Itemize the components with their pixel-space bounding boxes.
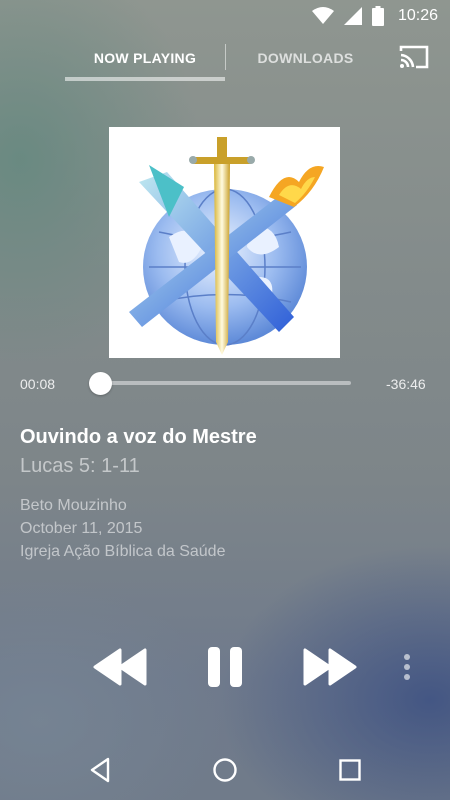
status-time: 10:26 [397,7,438,24]
rewind-icon [93,648,147,686]
tab-divider [225,44,226,70]
seek-thumb[interactable] [88,372,112,395]
status-bar: 10:26 [0,0,450,32]
home-icon [213,758,237,782]
elapsed-time: 00:08 [20,376,56,392]
album-artwork [109,127,340,358]
sermon-date: October 11, 2015 [20,520,143,537]
fast-forward-button[interactable] [303,648,357,686]
fast-forward-icon [303,648,357,686]
battery-icon [371,6,384,26]
scripture-reference: Lucas 5: 1-11 [20,455,140,477]
tab-indicator [65,77,225,81]
pause-button[interactable] [207,647,243,687]
seek-bar[interactable] [96,381,351,385]
tab-downloads[interactable]: DOWNLOADS [228,32,383,84]
speaker-name: Beto Mouzinho [20,497,127,514]
rewind-button[interactable] [93,648,147,686]
signal-icon [343,7,362,25]
recents-icon [339,759,361,781]
back-icon [90,757,110,783]
more-vertical-icon [404,654,410,680]
track-title: Ouvindo a voz do Mestre [20,426,257,448]
church-name: Igreja Ação Bíblica da Saúde [20,543,226,560]
sermon-artwork-logo [129,137,324,355]
cast-icon [399,45,429,69]
nav-back-button[interactable] [86,755,116,785]
tab-bar: NOW PLAYING DOWNLOADS [0,32,450,84]
remaining-time: -36:46 [386,376,426,392]
pause-icon [208,647,242,687]
nav-home-button[interactable] [210,755,240,785]
wifi-icon [311,7,334,24]
cast-button[interactable] [398,44,430,70]
nav-recents-button[interactable] [335,755,365,785]
overflow-menu-button[interactable] [400,653,414,683]
